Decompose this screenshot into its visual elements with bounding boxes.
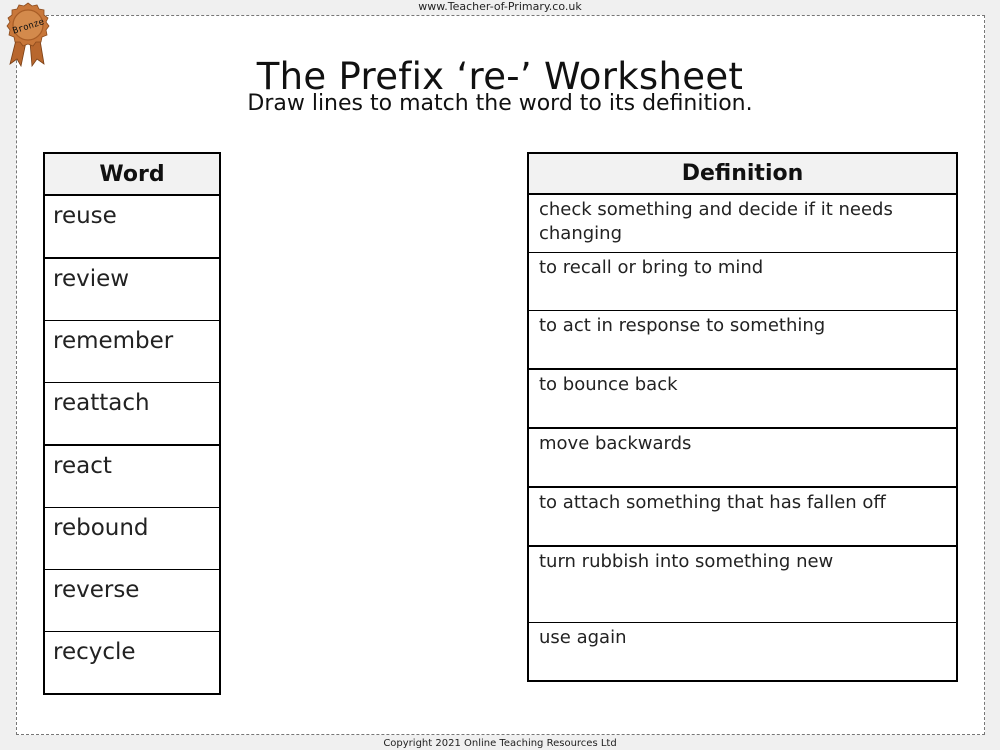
word-cell[interactable]: reverse <box>43 569 221 632</box>
definition-cell[interactable]: move backwards <box>527 427 958 488</box>
site-url: www.Teacher-of-Primary.co.uk <box>418 0 582 13</box>
definition-row: to recall or bring to mind <box>527 252 958 311</box>
definition-text: to attach something that has fallen off <box>539 492 886 513</box>
word-row: recycle <box>43 631 221 695</box>
definition-text: check something and decide if it needs c… <box>539 199 893 244</box>
word-row: react <box>43 444 221 508</box>
definition-text: turn rubbish into something new <box>539 551 834 572</box>
word-row: reattach <box>43 382 221 446</box>
definition-row: turn rubbish into something new <box>527 545 958 623</box>
word-text: react <box>53 453 112 479</box>
word-cell[interactable]: remember <box>43 320 221 383</box>
definition-text: to bounce back <box>539 374 678 395</box>
definition-row: to attach something that has fallen off <box>527 486 958 547</box>
definition-text: to act in response to something <box>539 315 826 336</box>
word-cell[interactable]: reattach <box>43 382 221 446</box>
word-text: reattach <box>53 390 150 416</box>
word-row: reverse <box>43 569 221 632</box>
definition-row: check something and decide if it needs c… <box>527 193 958 253</box>
word-cell[interactable]: rebound <box>43 507 221 570</box>
definition-text: to recall or bring to mind <box>539 257 764 278</box>
definition-row: move backwards <box>527 427 958 488</box>
instruction-text: Draw lines to match the word to its defi… <box>247 91 753 116</box>
word-text: remember <box>53 328 174 354</box>
definition-text: move backwards <box>539 433 692 454</box>
definition-row: use again <box>527 622 958 682</box>
word-cell[interactable]: reuse <box>43 194 221 259</box>
definition-table: Definition check something and decide if… <box>527 152 958 682</box>
word-cell[interactable]: react <box>43 444 221 508</box>
word-text: rebound <box>53 515 149 541</box>
definition-cell[interactable]: to recall or bring to mind <box>527 252 958 311</box>
word-cell[interactable]: recycle <box>43 631 221 695</box>
word-cell[interactable]: review <box>43 257 221 321</box>
definition-text: use again <box>539 627 627 648</box>
word-row: reuse <box>43 194 221 259</box>
word-row: rebound <box>43 507 221 570</box>
word-text: recycle <box>53 639 136 665</box>
word-column-header: Word <box>43 152 221 196</box>
copyright-footer: Copyright 2021 Online Teaching Resources… <box>383 738 617 749</box>
word-text: reverse <box>53 577 140 603</box>
definition-row: to act in response to something <box>527 310 958 370</box>
definition-cell[interactable]: use again <box>527 622 958 682</box>
word-row: remember <box>43 320 221 383</box>
definition-cell[interactable]: turn rubbish into something new <box>527 545 958 623</box>
word-text: review <box>53 266 130 292</box>
definition-cell[interactable]: check something and decide if it needs c… <box>527 193 958 253</box>
word-table: Word reuse review remember reattach reac… <box>43 152 221 695</box>
definition-column-header: Definition <box>527 152 958 195</box>
word-text: reuse <box>53 203 117 229</box>
definition-cell[interactable]: to bounce back <box>527 368 958 429</box>
word-row: review <box>43 257 221 321</box>
definition-cell[interactable]: to attach something that has fallen off <box>527 486 958 547</box>
definition-row: to bounce back <box>527 368 958 429</box>
definition-cell[interactable]: to act in response to something <box>527 310 958 370</box>
